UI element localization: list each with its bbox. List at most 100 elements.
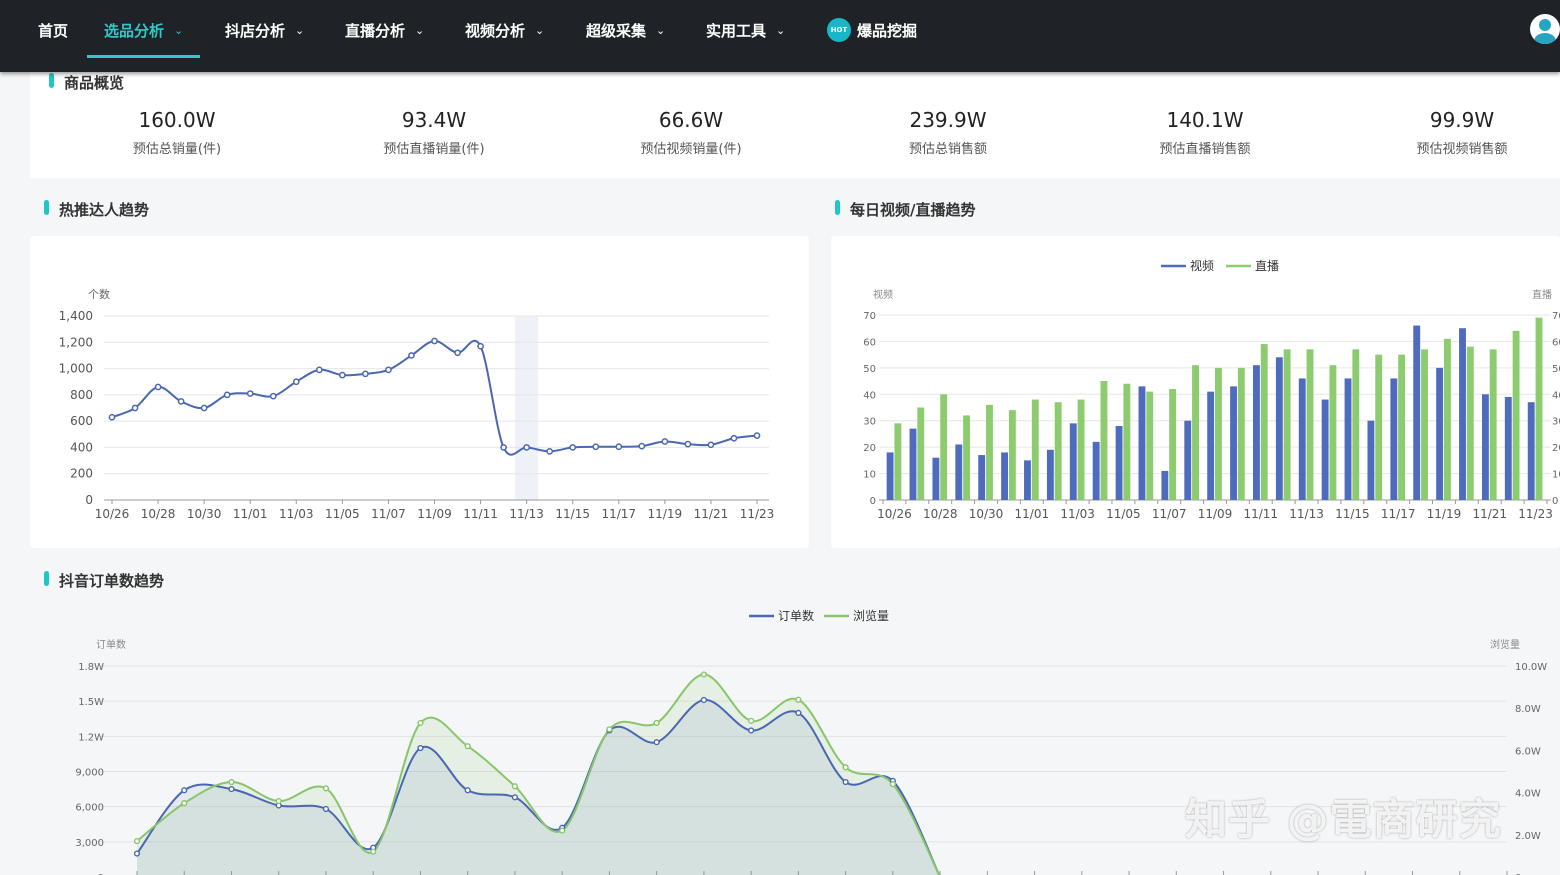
data-point — [408, 352, 415, 359]
nav-video-analysis[interactable]: 视频分析 ⌄ — [465, 0, 544, 72]
bar — [963, 415, 971, 500]
product-overview-card: 商品概览 160.0W 预估总销量(件) 93.4W 预估直播销量(件) 66.6W… — [30, 72, 1560, 178]
data-point — [748, 717, 755, 724]
data-point — [133, 850, 141, 857]
y2-tick-label: 8.0W — [1515, 704, 1541, 715]
orders-trend-title: 抖音订单数趋势 — [44, 570, 164, 591]
data-point — [707, 441, 715, 449]
talent-trend-chart[interactable]: 0 200 400 600 800 1,000 1,200 1,400 个数 10/26 10/28… — [30, 236, 809, 548]
nav-shop-analysis[interactable]: 抖店分析 ⌄ — [225, 0, 304, 72]
x-tick-label: 11/09 — [417, 507, 452, 521]
x-tick-label: 11/05 — [325, 507, 360, 521]
x-tick-label: 11/11 — [1243, 507, 1278, 521]
nav-tools[interactable]: 实用工具 ⌄ — [706, 0, 785, 72]
bar — [1504, 396, 1512, 500]
nav-video-analysis-label: 视频分析 — [465, 22, 526, 40]
data-point — [339, 371, 346, 379]
bar — [1092, 441, 1100, 500]
stat-total-sales: 160.0W 预估总销量(件) — [77, 108, 277, 157]
data-point — [417, 719, 424, 727]
talent-trend-title: 热推达人趋势 — [44, 199, 149, 220]
data-point — [546, 448, 554, 455]
nav-live-analysis-label: 直播分析 — [345, 22, 406, 40]
stat-live-revenue: 140.1W 预估直播销售额 — [1105, 108, 1305, 157]
y-axis-label: 订单数 — [96, 638, 126, 651]
nav-home[interactable]: 首页 — [38, 0, 68, 72]
data-point — [523, 444, 530, 451]
data-point — [228, 778, 235, 786]
x-tick-label: 11/03 — [1060, 507, 1095, 521]
legend-label: 浏览量 — [853, 608, 889, 623]
x-tick-label: 11/13 — [1289, 507, 1324, 521]
y-tick-label: 1.5W — [78, 697, 104, 708]
y-tick-label: 20 — [863, 443, 876, 454]
data-point — [753, 432, 761, 439]
data-point — [615, 443, 623, 451]
y2-tick-label: 10 — [1552, 470, 1560, 481]
bar — [1481, 394, 1489, 500]
bar — [1146, 391, 1154, 500]
data-point — [559, 827, 566, 834]
x-tick-label: 10/30 — [187, 507, 222, 521]
stat-value: 66.6W — [658, 108, 724, 132]
y-tick-label: 0 — [870, 496, 876, 507]
y-tick-label: 40 — [863, 390, 876, 401]
user-avatar-icon[interactable] — [1530, 14, 1560, 44]
bar — [1069, 423, 1077, 500]
x-tick-label: 11/23 — [740, 507, 775, 521]
bar — [1001, 452, 1009, 500]
data-point — [500, 444, 507, 451]
y-tick-label: 1,000 — [59, 362, 93, 376]
bar — [1367, 420, 1375, 500]
data-point — [385, 366, 392, 374]
bar — [1527, 402, 1535, 500]
nav-super-collect[interactable]: 超级采集 ⌄ — [586, 0, 665, 72]
top-navigation-bar: 首页 选品分析 ⌄ 抖店分析 ⌄ 直播分析 ⌄ 视频分析 ⌄ 超级采集 ⌄ 实用工具 ⌄ H… — [0, 0, 1560, 72]
chevron-down-icon: ⌄ — [415, 24, 425, 37]
chevron-down-icon: ⌄ — [535, 24, 545, 37]
data-point — [889, 781, 896, 788]
hover-highlight-band — [515, 316, 539, 500]
chevron-down-icon: ⌄ — [174, 24, 184, 37]
bar — [1077, 399, 1085, 500]
y2-tick-label: 60 — [1552, 337, 1560, 348]
data-point — [638, 442, 646, 450]
x-tick-label: 11/07 — [1152, 507, 1187, 521]
stat-total-revenue: 239.9W 预估总销售额 — [848, 108, 1048, 157]
data-point — [464, 787, 471, 794]
stat-value: 239.9W — [909, 108, 987, 132]
bar — [917, 407, 925, 500]
data-point — [511, 794, 519, 801]
x-tick-label: 11/01 — [1015, 507, 1050, 521]
x-tick-label: 11/15 — [1335, 507, 1370, 521]
legend-label: 订单数 — [778, 608, 814, 623]
nav-product-analysis[interactable]: 选品分析 ⌄ — [86, 0, 201, 72]
data-point — [653, 719, 660, 727]
bar — [1298, 378, 1306, 500]
data-point — [700, 671, 707, 678]
y-tick-label: 1,400 — [59, 309, 93, 323]
data-point — [133, 838, 141, 845]
bar — [1169, 389, 1177, 500]
chevron-down-icon: ⌄ — [295, 24, 305, 37]
x-tick-label: 11/17 — [601, 507, 636, 521]
bar — [1054, 402, 1062, 500]
bar — [1443, 338, 1451, 500]
data-point — [370, 848, 377, 855]
stat-label: 预估视频销售额 — [1416, 142, 1508, 157]
chevron-down-icon: ⌄ — [776, 24, 786, 37]
data-point — [292, 378, 300, 386]
x-tick-label: 11/01 — [233, 507, 268, 521]
bar — [1031, 399, 1039, 500]
x-tick-label: 11/03 — [279, 507, 314, 521]
nav-hot-products-label: 爆品挖掘 — [857, 22, 918, 40]
stat-live-sales: 93.4W 预估直播销量(件) — [334, 108, 534, 157]
y-tick-label: 200 — [70, 467, 93, 481]
nav-live-analysis[interactable]: 直播分析 ⌄ — [345, 0, 424, 72]
daily-trend-chart[interactable]: 001010202030304040505060607070视频直播视频直播10… — [831, 236, 1560, 548]
bar — [1237, 367, 1245, 500]
data-point — [322, 805, 330, 813]
nav-hot-products[interactable]: HOT 爆品挖掘 — [827, 0, 917, 72]
y-tick-label: 1.2W — [78, 732, 104, 743]
bar — [1008, 410, 1016, 500]
